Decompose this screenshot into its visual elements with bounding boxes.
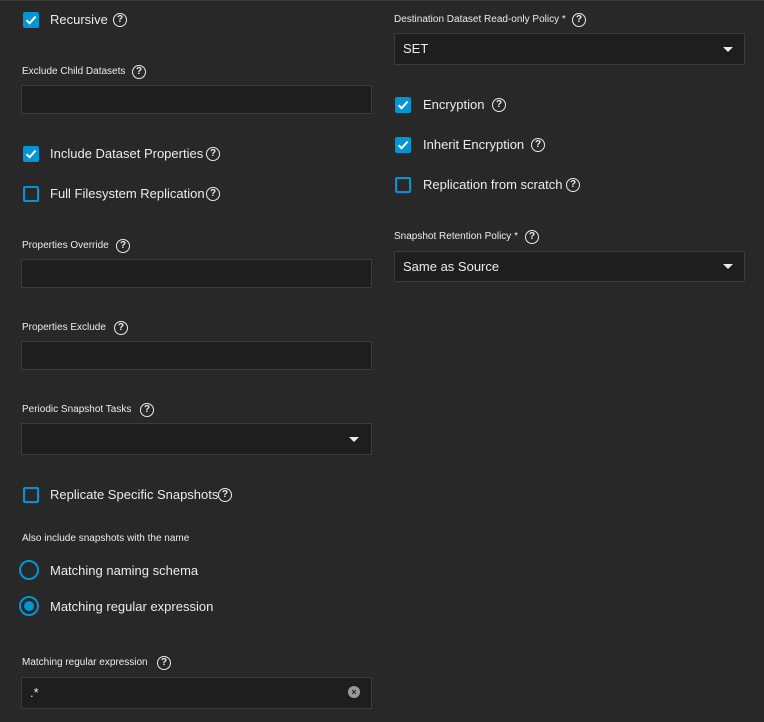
recursive-label: Recursive: [50, 12, 108, 27]
readonly-policy-select[interactable]: SET: [394, 33, 745, 65]
retention-policy-select[interactable]: Same as Source: [394, 251, 745, 282]
retention-policy-label: Snapshot Retention Policy *: [394, 231, 518, 242]
encryption-label: Encryption: [423, 97, 485, 112]
exclude-child-datasets-label: Exclude Child Datasets: [22, 66, 126, 77]
inherit-encryption-label: Inherit Encryption: [423, 137, 525, 152]
recursive-checkbox[interactable]: [23, 12, 39, 28]
clear-icon[interactable]: ×: [348, 686, 360, 698]
required-marker: *: [561, 14, 566, 25]
properties-exclude-label: Properties Exclude: [22, 322, 106, 333]
help-circle-icon[interactable]: ?: [572, 13, 586, 27]
matching-regex-label: Matching regular expression: [22, 657, 148, 668]
caret-down-icon: [723, 264, 733, 269]
properties-override-label: Properties Override: [22, 240, 109, 251]
help-circle-icon[interactable]: ?: [114, 321, 128, 335]
radio-selected-dot: [24, 601, 34, 611]
top-divider: [0, 0, 764, 1]
help-circle-icon[interactable]: ?: [113, 13, 127, 27]
help-circle-icon[interactable]: ?: [132, 65, 146, 79]
periodic-snapshot-tasks-select[interactable]: [21, 423, 372, 455]
help-circle-icon[interactable]: ?: [206, 187, 220, 201]
replication-from-scratch-label: Replication from scratch: [423, 177, 563, 192]
replicate-specific-snapshots-checkbox[interactable]: [23, 487, 39, 503]
help-circle-icon[interactable]: ?: [206, 147, 220, 161]
checkmark-icon: [397, 140, 409, 150]
readonly-policy-value: SET: [403, 41, 429, 56]
include-dataset-properties-label: Include Dataset Properties: [50, 146, 204, 161]
help-circle-icon[interactable]: ?: [492, 98, 506, 112]
help-circle-icon[interactable]: ?: [218, 488, 232, 502]
caret-down-icon: [723, 47, 733, 52]
include-dataset-properties-checkbox[interactable]: [23, 146, 39, 162]
replication-from-scratch-checkbox[interactable]: [395, 177, 411, 193]
also-include-label: Also include snapshots with the name: [22, 533, 190, 544]
full-filesystem-replication-checkbox[interactable]: [23, 186, 39, 202]
exclude-child-datasets-input[interactable]: [21, 85, 372, 114]
checkmark-icon: [397, 100, 409, 110]
checkmark-icon: [25, 15, 37, 25]
replicate-specific-snapshots-label: Replicate Specific Snapshots: [50, 487, 219, 502]
help-circle-icon[interactable]: ?: [525, 230, 539, 244]
properties-override-input[interactable]: [21, 259, 372, 288]
radio-matching-regular-expression[interactable]: [19, 596, 39, 616]
radio-matching-naming-schema-label: Matching naming schema: [50, 563, 199, 578]
radio-matching-naming-schema[interactable]: [19, 560, 39, 580]
properties-exclude-input[interactable]: [21, 341, 372, 370]
help-circle-icon[interactable]: ?: [531, 138, 545, 152]
retention-policy-value: Same as Source: [403, 259, 500, 274]
help-circle-icon[interactable]: ?: [566, 178, 580, 192]
required-marker: *: [514, 231, 518, 242]
help-circle-icon[interactable]: ?: [140, 403, 154, 417]
matching-regex-input[interactable]: .*: [21, 677, 372, 709]
radio-matching-regular-expression-label: Matching regular expression: [50, 599, 214, 614]
encryption-checkbox[interactable]: [395, 97, 411, 113]
caret-down-icon: [349, 437, 359, 442]
help-circle-icon[interactable]: ?: [157, 656, 171, 670]
full-filesystem-replication-label: Full Filesystem Replication: [50, 186, 205, 201]
inherit-encryption-checkbox[interactable]: [395, 137, 411, 153]
help-circle-icon[interactable]: ?: [116, 239, 130, 253]
periodic-snapshot-tasks-label: Periodic Snapshot Tasks: [22, 404, 132, 415]
checkmark-icon: [25, 149, 37, 159]
readonly-policy-label: Destination Dataset Read-only Policy *: [394, 14, 566, 25]
